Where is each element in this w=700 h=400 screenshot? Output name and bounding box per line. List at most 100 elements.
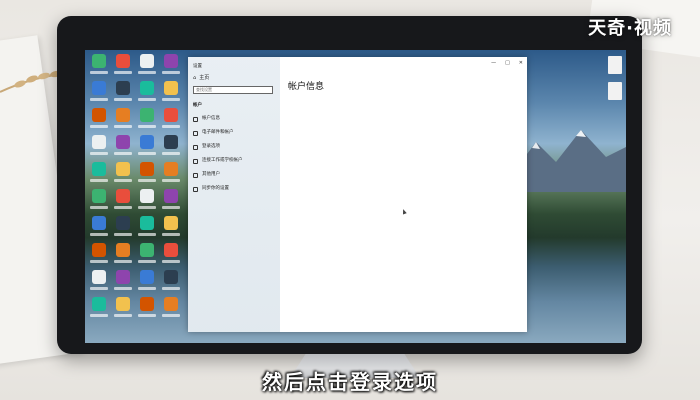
nav-item-work-school[interactable]: 连接工作或学校帐户 xyxy=(193,154,275,168)
nav-item-sync-settings[interactable]: 同步你的设置 xyxy=(193,182,275,196)
desktop-shortcut-icon[interactable] xyxy=(112,270,134,297)
nav-item-email-accounts[interactable]: 电子邮件和帐户 xyxy=(193,126,275,140)
app-glyph-icon xyxy=(140,189,154,203)
briefcase-icon xyxy=(193,158,198,164)
desktop-shortcut-icon[interactable] xyxy=(136,81,158,108)
shortcut-label-placeholder xyxy=(162,152,180,155)
shortcut-label-placeholder xyxy=(90,152,108,155)
shortcut-label-placeholder xyxy=(162,233,180,236)
nav-item-sign-in-options[interactable]: 登录选项 xyxy=(193,140,275,154)
close-button[interactable]: ✕ xyxy=(519,60,523,66)
shortcut-label-placeholder xyxy=(114,98,132,101)
shortcut-label-placeholder xyxy=(138,260,156,263)
app-glyph-icon xyxy=(140,162,154,176)
desktop-shortcut-icon[interactable] xyxy=(160,135,182,162)
desktop-shortcut-icon[interactable] xyxy=(160,162,182,189)
window-controls: — □ ✕ xyxy=(491,60,523,66)
desktop-shortcut-icon[interactable] xyxy=(160,81,182,108)
desktop-shortcut-icon[interactable] xyxy=(136,216,158,243)
desktop-shortcut-icon[interactable] xyxy=(112,135,134,162)
desktop-shortcut-icon[interactable] xyxy=(136,135,158,162)
shortcut-label-placeholder xyxy=(138,287,156,290)
shortcut-label-placeholder xyxy=(138,125,156,128)
desktop-shortcut-icon[interactable] xyxy=(136,108,158,135)
desktop-shortcut-icon[interactable] xyxy=(88,135,110,162)
settings-window: 设置 ⌂ 主页 查找设置 帐户 帐户信息 电子邮件和帐户 登录选项 连接工作或学 xyxy=(188,57,527,332)
minimize-button[interactable]: — xyxy=(491,60,496,66)
desktop-shortcut-icon[interactable] xyxy=(160,216,182,243)
shortcut-label-placeholder xyxy=(114,179,132,182)
nav-home[interactable]: ⌂ 主页 xyxy=(193,73,275,83)
user-add-icon xyxy=(193,172,198,178)
shortcut-label-placeholder xyxy=(114,314,132,317)
desktop-shortcut-icon[interactable] xyxy=(88,216,110,243)
desktop-shortcut-icon[interactable] xyxy=(136,189,158,216)
desktop-file-icon[interactable] xyxy=(608,82,622,100)
desktop-shortcut-icon[interactable] xyxy=(160,189,182,216)
shortcut-label-placeholder xyxy=(138,233,156,236)
app-glyph-icon xyxy=(140,81,154,95)
desktop-shortcut-icon[interactable] xyxy=(160,108,182,135)
shortcut-label-placeholder xyxy=(90,260,108,263)
shortcut-label-placeholder xyxy=(162,71,180,74)
sync-icon xyxy=(193,186,198,192)
app-glyph-icon xyxy=(164,189,178,203)
desktop-shortcut-icon[interactable] xyxy=(112,108,134,135)
key-icon xyxy=(193,144,198,150)
subtitle-caption: 然后点击登录选项 xyxy=(262,370,438,394)
desktop-shortcut-icon[interactable] xyxy=(160,54,182,81)
desktop-shortcut-icon[interactable] xyxy=(136,270,158,297)
app-glyph-icon xyxy=(116,135,130,149)
desktop-shortcut-icon[interactable] xyxy=(160,297,182,324)
desktop-shortcut-icon[interactable] xyxy=(112,162,134,189)
nav-item-other-users[interactable]: 其他用户 xyxy=(193,168,275,182)
shortcut-label-placeholder xyxy=(90,71,108,74)
desktop-file-icon[interactable] xyxy=(608,56,622,74)
desktop-shortcut-icon[interactable] xyxy=(88,270,110,297)
maximize-button[interactable]: □ xyxy=(505,60,510,66)
nav-item-label: 登录选项 xyxy=(202,144,220,149)
nav-item-label: 同步你的设置 xyxy=(202,186,229,191)
desktop-shortcut-icon[interactable] xyxy=(112,216,134,243)
nav-item-account-info[interactable]: 帐户信息 xyxy=(193,112,275,126)
shortcut-label-placeholder xyxy=(162,287,180,290)
desktop-shortcut-icon[interactable] xyxy=(88,162,110,189)
nav-home-label: 主页 xyxy=(199,75,210,81)
shortcut-label-placeholder xyxy=(90,125,108,128)
desktop-shortcut-icon[interactable] xyxy=(88,243,110,270)
desktop-shortcut-icon[interactable] xyxy=(160,243,182,270)
desktop-shortcut-icon[interactable] xyxy=(160,270,182,297)
nav-section-title: 帐户 xyxy=(193,103,202,108)
desktop-shortcut-icon[interactable] xyxy=(136,243,158,270)
app-glyph-icon xyxy=(92,108,106,122)
shortcut-label-placeholder xyxy=(138,152,156,155)
desktop-shortcut-icon[interactable] xyxy=(88,81,110,108)
desktop-screen: 设置 ⌂ 主页 查找设置 帐户 帐户信息 电子邮件和帐户 登录选项 连接工作或学 xyxy=(85,50,626,343)
shortcut-label-placeholder xyxy=(114,206,132,209)
app-glyph-icon xyxy=(164,216,178,230)
account-icon xyxy=(193,116,198,122)
shortcut-label-placeholder xyxy=(114,152,132,155)
shortcut-label-placeholder xyxy=(162,314,180,317)
desktop-shortcut-icon[interactable] xyxy=(136,162,158,189)
settings-search-input[interactable]: 查找设置 xyxy=(193,86,273,94)
desktop-shortcut-icon[interactable] xyxy=(112,297,134,324)
app-glyph-icon xyxy=(116,189,130,203)
desktop-shortcut-icon[interactable] xyxy=(112,81,134,108)
desktop-shortcut-icon[interactable] xyxy=(88,54,110,81)
shortcut-label-placeholder xyxy=(90,314,108,317)
desktop-shortcut-icon[interactable] xyxy=(136,297,158,324)
app-glyph-icon xyxy=(116,297,130,311)
desktop-shortcut-icon[interactable] xyxy=(88,297,110,324)
desktop-shortcut-icon[interactable] xyxy=(88,189,110,216)
shortcut-label-placeholder xyxy=(162,179,180,182)
app-glyph-icon xyxy=(92,135,106,149)
desktop-shortcut-icon[interactable] xyxy=(136,54,158,81)
desktop-shortcut-icon[interactable] xyxy=(112,189,134,216)
shortcut-label-placeholder xyxy=(90,287,108,290)
desktop-shortcut-icon[interactable] xyxy=(112,54,134,81)
settings-content-pane: — □ ✕ 帐户信息 xyxy=(280,57,527,332)
desktop-shortcut-icon[interactable] xyxy=(88,108,110,135)
app-glyph-icon xyxy=(140,54,154,68)
desktop-shortcut-icon[interactable] xyxy=(112,243,134,270)
